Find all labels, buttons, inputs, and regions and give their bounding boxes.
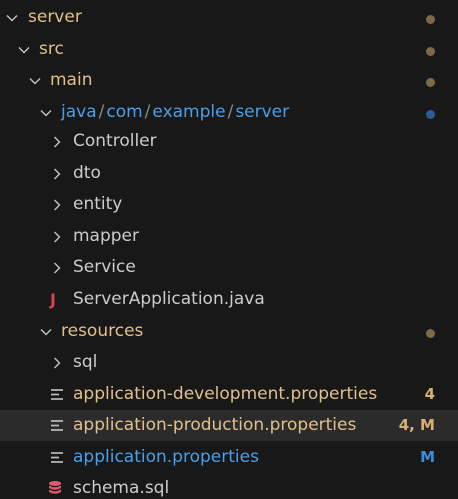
tree-folder-dto[interactable]: dto [0,158,458,189]
changes-dot-icon [426,110,435,119]
package-segment[interactable]: com [106,102,142,122]
folder-label: Controller [73,131,157,151]
tree-folder-main[interactable]: main [0,65,458,96]
tree-file-schema[interactable]: schema.sql [0,473,458,499]
properties-file-icon [50,410,66,441]
file-label: application-development.properties [73,384,378,404]
tree-folder-controller[interactable]: Controller [0,126,458,157]
chevron-down-icon[interactable] [27,65,43,96]
git-status-badge: M [420,448,435,466]
chevron-right-icon[interactable] [49,252,65,283]
file-label: application-production.properties [73,415,357,435]
tree-file-server-application[interactable]: J ServerApplication.java [0,284,458,315]
tree-folder-sql[interactable]: sql [0,347,458,378]
tree-folder-src[interactable]: src [0,34,458,65]
tree-folder-entity[interactable]: entity [0,189,458,220]
chevron-right-icon[interactable] [49,158,65,189]
git-status-badge: 4, M [398,416,435,434]
folder-label: resources [61,321,144,341]
folder-label: mapper [73,226,140,246]
package-segment[interactable]: server [235,102,289,122]
package-segment[interactable]: example [152,102,225,122]
chevron-down-icon[interactable] [4,2,20,33]
modified-dot-icon [426,15,435,24]
tree-folder-resources[interactable]: resources [0,316,458,347]
tree-folder-service[interactable]: Service [0,252,458,283]
folder-label: sql [73,352,98,372]
folder-label: entity [73,194,123,214]
chevron-down-icon[interactable] [16,34,32,65]
folder-label: dto [73,163,101,183]
java-icon: J [50,290,56,309]
tree-file-app-props[interactable]: application.properties M [0,442,458,473]
file-explorer-tree: server src main java / com / example / server … [0,0,458,499]
problems-count-badge: 4 [424,385,435,403]
folder-label: main [50,70,93,90]
properties-file-icon [50,442,66,473]
chevron-right-icon[interactable] [49,347,65,378]
folder-label: server [28,7,82,27]
file-label: ServerApplication.java [73,289,265,309]
chevron-right-icon[interactable] [49,189,65,220]
database-icon [47,473,63,499]
package-path: java / com / example / server [61,97,289,128]
chevron-down-icon[interactable] [38,97,54,128]
folder-label: src [39,39,64,59]
tree-file-app-prod[interactable]: application-production.properties 4, M [0,410,458,441]
tree-folder-server[interactable]: server [0,2,458,33]
chevron-down-icon[interactable] [38,316,54,347]
path-separator: / [98,102,105,122]
package-segment[interactable]: java [61,102,97,122]
tree-folder-package[interactable]: java / com / example / server [0,97,458,128]
file-label: schema.sql [73,478,170,498]
file-label: application.properties [73,447,259,467]
modified-dot-icon [426,78,435,87]
folder-label: Service [73,257,136,277]
path-separator: / [227,102,234,122]
chevron-right-icon[interactable] [49,126,65,157]
modified-dot-icon [426,329,435,338]
modified-dot-icon [426,47,435,56]
tree-file-app-dev[interactable]: application-development.properties 4 [0,379,458,410]
chevron-right-icon[interactable] [49,221,65,252]
tree-folder-mapper[interactable]: mapper [0,221,458,252]
properties-file-icon [50,379,66,410]
path-separator: / [144,102,151,122]
